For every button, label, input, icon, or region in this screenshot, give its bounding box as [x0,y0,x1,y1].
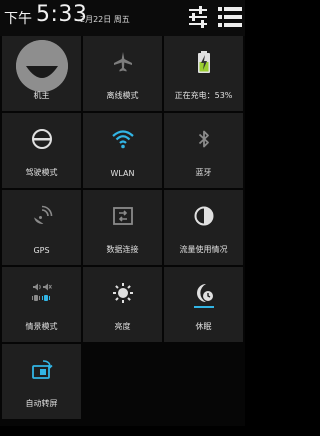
tile-usage-label: 流量使用情况 [179,245,228,254]
tile-driving-mode[interactable]: 驾驶模式 [2,113,81,188]
tile-sound-profile[interactable]: 情景模式 [2,267,81,342]
tile-brightness[interactable]: 亮度 [83,267,162,342]
quick-settings-grid: 机主 离线模式 正在充电：53% 驾驶模式 WLAN 蓝牙 GPS 数据连接 流… [0,36,245,426]
settings-sliders-icon[interactable] [188,6,208,28]
notification-list-icon[interactable] [218,6,242,28]
tile-gps[interactable]: GPS [2,190,81,265]
tile-brightness-label: 亮度 [114,322,131,331]
smiley-avatar-icon [15,40,68,92]
satellite-icon [33,205,52,224]
airplane-icon [113,52,132,72]
brightness-icon [112,283,133,303]
sleep-active-indicator [193,306,214,308]
tile-sleep-label: 休眠 [195,322,212,331]
sleep-icon [196,284,213,302]
tile-data-usage[interactable]: 流量使用情况 [164,190,243,265]
tile-owner-label: 机主 [33,91,50,100]
tile-driving-label: 驾驶模式 [25,168,58,177]
tile-battery-label: 正在充电：53% [174,91,233,100]
wifi-icon [111,130,134,149]
bluetooth-icon [198,130,209,148]
tile-rotate-label: 自动转屏 [25,399,58,408]
data-usage-icon [194,206,213,226]
data-connection-icon [112,207,133,225]
tile-bluetooth-label: 蓝牙 [195,168,212,177]
tile-owner[interactable]: 机主 [2,36,81,111]
tile-battery[interactable]: 正在充电：53% [164,36,243,111]
status-bar: 下午 5:33 2月22日 周五 [0,0,245,36]
tile-wlan-label: WLAN [110,169,135,178]
auto-rotate-icon [31,360,53,379]
sound-profile-icon [31,283,52,301]
tile-airplane-label: 离线模式 [106,91,139,100]
tile-profile-label: 情景模式 [25,322,58,331]
tile-bluetooth[interactable]: 蓝牙 [164,113,243,188]
avatar [15,40,68,92]
tile-airplane-mode[interactable]: 离线模式 [83,36,162,111]
battery-charging-icon [197,51,210,73]
steering-wheel-icon [31,129,52,149]
status-ampm: 下午 [4,11,32,27]
bottom-strip [0,426,245,436]
status-date: 2月22日 周五 [80,15,130,24]
tile-sleep[interactable]: 休眠 [164,267,243,342]
tile-auto-rotate[interactable]: 自动转屏 [2,344,81,419]
tile-data-connection[interactable]: 数据连接 [83,190,162,265]
tile-gps-label: GPS [33,246,50,255]
tile-data-label: 数据连接 [106,245,139,254]
tile-wlan[interactable]: WLAN [83,113,162,188]
